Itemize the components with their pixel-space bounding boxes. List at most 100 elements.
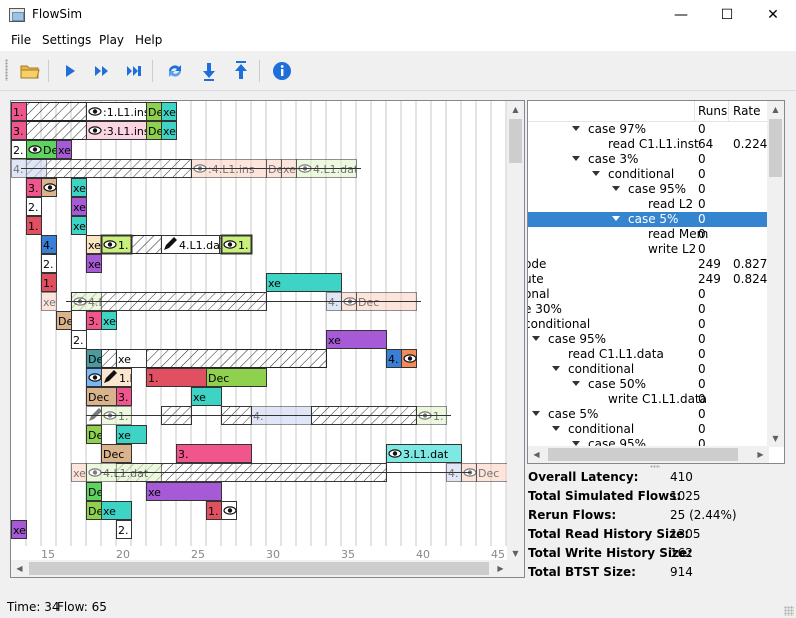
column-runs[interactable]: Runs — [698, 104, 727, 118]
tree-row[interactable]: case 5% 0 — [528, 407, 769, 422]
expand-arrow-icon[interactable] — [572, 156, 580, 161]
menu-file[interactable]: File — [11, 33, 31, 47]
tree-row[interactable]: case 50% 0 — [528, 377, 769, 392]
flow-block[interactable]: 1. — [41, 273, 57, 292]
flow-block[interactable]: 4. — [386, 349, 402, 368]
flow-block[interactable]: :3.L1.ins — [86, 121, 150, 140]
tree-row[interactable]: write L2 0 — [528, 242, 769, 257]
tree-row[interactable]: onal 0 — [528, 287, 769, 302]
flow-block[interactable]: xe — [56, 140, 72, 159]
flow-block[interactable]: Dec — [86, 482, 110, 501]
flow-block[interactable]: 1. — [220, 234, 253, 255]
expand-arrow-icon[interactable] — [612, 216, 620, 221]
flow-block[interactable]: Dec — [206, 368, 267, 387]
expand-arrow-icon[interactable] — [612, 186, 620, 191]
scroll-right-arrow[interactable]: ▶ — [752, 446, 769, 463]
play-icon[interactable] — [58, 59, 82, 83]
open-folder-icon[interactable] — [18, 59, 42, 83]
column-separator[interactable] — [728, 101, 729, 122]
flow-block[interactable]: xe — [266, 273, 342, 292]
flow-block[interactable]: 2. — [26, 197, 42, 216]
flow-block[interactable]: 1. — [11, 102, 27, 121]
tree-row[interactable]: conditional 0 — [528, 317, 769, 332]
flow-block[interactable]: 3. — [116, 387, 132, 406]
fast-forward-icon[interactable] — [90, 59, 114, 83]
expand-arrow-icon[interactable] — [592, 171, 600, 176]
flow-block[interactable]: xe — [41, 292, 57, 311]
timeline-canvas[interactable]: 1.:1.L1.ins Dec xe 3.:3.L1.ins Dec xe 2. Dec xe 4… — [11, 101, 509, 562]
flow-block[interactable]: 3. — [176, 444, 252, 463]
skip-to-end-icon[interactable] — [122, 59, 146, 83]
flow-block[interactable]: 2. — [11, 140, 27, 159]
flow-block[interactable]: Dec — [476, 463, 510, 482]
flow-block[interactable]: 3. — [11, 121, 27, 140]
flow-block[interactable]: 1. — [100, 234, 133, 255]
tree-row[interactable]: conditional 0 — [528, 167, 769, 182]
expand-arrow-icon[interactable] — [572, 126, 580, 131]
maximize-button[interactable]: ☐ — [704, 0, 750, 31]
scroll-down-arrow[interactable]: ▼ — [767, 430, 784, 447]
size-grip[interactable] — [784, 606, 794, 616]
scroll-left-arrow[interactable]: ◀ — [528, 446, 545, 463]
scroll-up-arrow[interactable]: ▲ — [767, 101, 784, 118]
expand-arrow-icon[interactable] — [532, 411, 540, 416]
flow-block[interactable]: xe — [86, 254, 102, 273]
flow-block[interactable]: xe — [86, 235, 102, 254]
flow-block[interactable]: 1. — [26, 216, 42, 235]
flow-block[interactable]: 4.L1.dat — [161, 235, 225, 254]
flow-block[interactable]: 3. — [26, 178, 42, 197]
tree-row[interactable]: ute 249 0.824 — [528, 272, 769, 287]
flow-block[interactable]: xe — [71, 197, 87, 216]
minimize-button[interactable]: — — [658, 0, 704, 31]
flow-block[interactable]: :1.L1.ins — [221, 501, 285, 520]
flow-block[interactable]: xe — [161, 102, 177, 121]
scroll-left-arrow[interactable]: ◀ — [11, 560, 28, 577]
tree-row[interactable]: case 97% 0 — [528, 122, 769, 137]
timeline-vertical-scrollbar[interactable]: ▲ ▼ — [507, 101, 524, 562]
flow-block[interactable]: 4. — [41, 235, 57, 254]
tree-row[interactable]: case 3% 0 — [528, 152, 769, 167]
tree-row[interactable]: read Mem 0 — [528, 227, 769, 242]
flow-block[interactable]: xe — [101, 501, 132, 520]
flow-block[interactable]: 3. — [86, 311, 102, 330]
step-up-icon[interactable] — [229, 59, 253, 83]
column-rate[interactable]: Rate — [733, 104, 761, 118]
column-separator[interactable] — [694, 101, 695, 122]
timeline-view[interactable]: 1.:1.L1.ins Dec xe 3.:3.L1.ins Dec xe 2. Dec xe 4… — [10, 100, 525, 578]
flow-block[interactable]: 2. — [71, 330, 87, 349]
flow-block[interactable]: xe — [161, 121, 177, 140]
flow-block[interactable]: xe — [191, 387, 222, 406]
menu-play[interactable]: Play — [99, 33, 124, 47]
flow-block[interactable]: xe — [116, 425, 147, 444]
scroll-up-arrow[interactable]: ▲ — [507, 101, 524, 118]
expand-arrow-icon[interactable] — [532, 336, 540, 341]
flow-block[interactable]: xe — [71, 463, 87, 482]
toolbar-grip[interactable] — [5, 59, 8, 81]
flow-block[interactable]: xe — [11, 520, 27, 539]
flow-block[interactable]: xe — [146, 482, 222, 501]
flow-block[interactable]: xe — [326, 330, 387, 349]
scroll-thumb[interactable] — [769, 119, 782, 177]
flow-block[interactable]: Dec — [86, 387, 117, 406]
flow-block[interactable]: 2. — [41, 254, 57, 273]
tree-row[interactable]: conditional 0 — [528, 422, 769, 437]
flow-block[interactable]: 1. — [146, 368, 207, 387]
close-button[interactable]: ✕ — [750, 0, 796, 31]
flow-block[interactable]: Dec — [86, 425, 110, 444]
menu-help[interactable]: Help — [135, 33, 162, 47]
scroll-thumb[interactable] — [509, 119, 522, 163]
menu-settings[interactable]: Settings — [42, 33, 91, 47]
flow-block[interactable]: xe — [116, 349, 147, 368]
flow-block[interactable]: 1. — [206, 501, 222, 520]
tree-row[interactable]: e 30% 0 — [528, 302, 769, 317]
tree-row[interactable]: ode 249 0.827 — [528, 257, 769, 272]
tree-row[interactable]: read L2 0 — [528, 197, 769, 212]
tree-horizontal-scrollbar[interactable]: ◀ ▶ — [528, 446, 769, 463]
flow-block[interactable]: xe — [71, 178, 87, 197]
step-down-icon[interactable] — [197, 59, 221, 83]
flow-block[interactable]: :4.L1.ins — [401, 349, 465, 368]
flow-block[interactable]: xe — [101, 311, 117, 330]
flow-tree-view[interactable]: Runs Rate case 97% 0 read C1.L1.inst 64 0.22… — [527, 100, 785, 464]
tree-row[interactable]: read C1.L1.data 0 — [528, 347, 769, 362]
tree-row[interactable]: conditional 0 — [528, 362, 769, 377]
